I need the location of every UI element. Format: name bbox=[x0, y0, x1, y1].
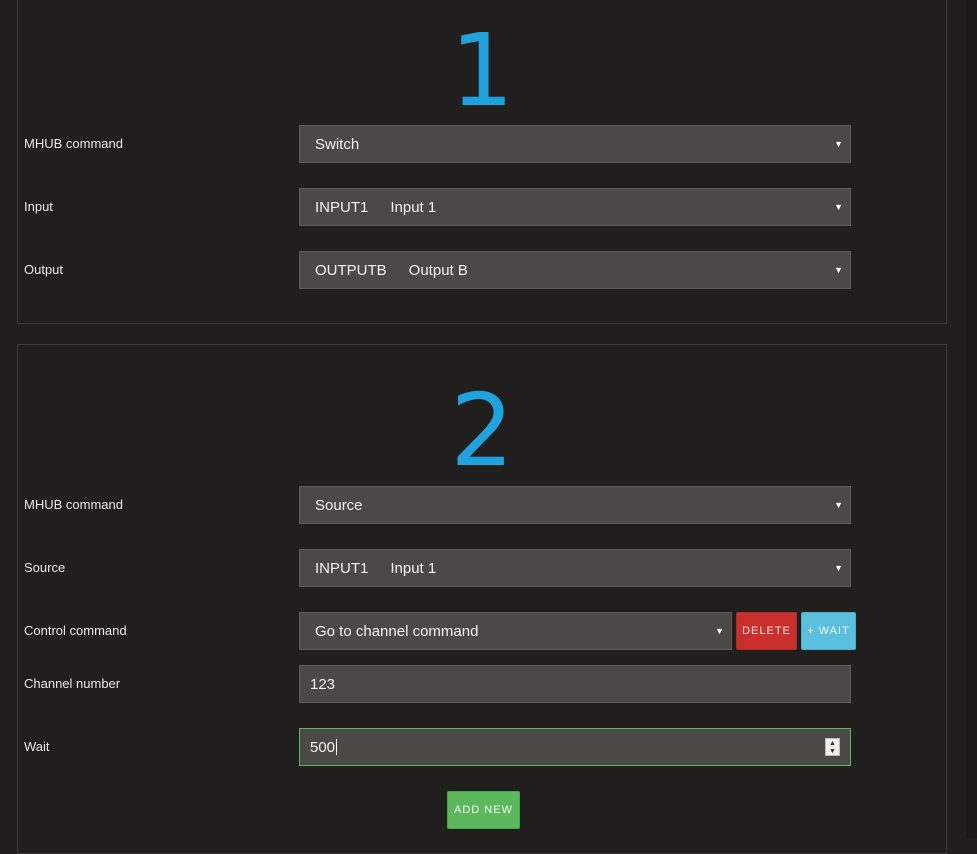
wait-value: 500 bbox=[310, 738, 336, 756]
mhub-command-select[interactable]: Source ▼ bbox=[299, 486, 851, 524]
wait-input[interactable]: 500 ▲ ▼ bbox=[299, 728, 851, 766]
step-number: 2 bbox=[450, 372, 514, 489]
text-cursor bbox=[336, 739, 338, 755]
add-wait-button[interactable]: + WAIT bbox=[801, 612, 856, 650]
wait-label: Wait bbox=[24, 739, 50, 754]
input-select[interactable]: INPUT1 Input 1 ▼ bbox=[299, 188, 851, 226]
mhub-command-value: Switch bbox=[315, 135, 360, 153]
channel-number-input[interactable]: 123 bbox=[299, 665, 851, 703]
number-spinner-icon[interactable]: ▲ ▼ bbox=[825, 738, 840, 756]
step-panel-2: 2 MHUB command Source ▼ Source INPUT1 In… bbox=[17, 344, 947, 854]
add-new-button[interactable]: ADD NEW bbox=[447, 791, 520, 829]
caret-down-icon: ▼ bbox=[834, 265, 843, 275]
mhub-command-label: MHUB command bbox=[24, 136, 123, 151]
spinner-up-icon[interactable]: ▲ bbox=[829, 740, 836, 747]
source-label: Source bbox=[24, 560, 66, 575]
source-name: Input 1 bbox=[390, 559, 437, 577]
source-code: INPUT1 bbox=[315, 559, 369, 577]
input-code: INPUT1 bbox=[315, 198, 369, 216]
mhub-command-label: MHUB command bbox=[24, 497, 123, 512]
page-scrollbar[interactable] bbox=[966, 0, 977, 838]
channel-number-label: Channel number bbox=[24, 676, 121, 691]
input-name: Input 1 bbox=[390, 198, 437, 216]
control-command-select[interactable]: Go to channel command ▼ bbox=[299, 612, 732, 650]
spinner-down-icon[interactable]: ▼ bbox=[829, 748, 836, 755]
mhub-command-value: Source bbox=[315, 496, 363, 514]
output-select[interactable]: OUTPUTB Output B ▼ bbox=[299, 251, 851, 289]
control-command-value: Go to channel command bbox=[315, 622, 479, 640]
caret-down-icon: ▼ bbox=[834, 500, 843, 510]
caret-down-icon: ▼ bbox=[834, 563, 843, 573]
source-select[interactable]: INPUT1 Input 1 ▼ bbox=[299, 549, 851, 587]
channel-number-value: 123 bbox=[310, 675, 336, 693]
caret-down-icon: ▼ bbox=[834, 202, 843, 212]
input-label: Input bbox=[24, 199, 53, 214]
step-panel-1: 1 MHUB command Switch ▼ Input INPUT1 Inp… bbox=[17, 0, 947, 324]
mhub-command-select[interactable]: Switch ▼ bbox=[299, 125, 851, 163]
control-command-label: Control command bbox=[24, 623, 127, 638]
output-name: Output B bbox=[408, 261, 468, 279]
output-code: OUTPUTB bbox=[315, 261, 387, 279]
output-label: Output bbox=[24, 262, 64, 277]
delete-button[interactable]: DELETE bbox=[736, 612, 797, 650]
caret-down-icon: ▼ bbox=[834, 139, 843, 149]
step-number: 1 bbox=[450, 12, 514, 129]
caret-down-icon: ▼ bbox=[715, 626, 724, 636]
